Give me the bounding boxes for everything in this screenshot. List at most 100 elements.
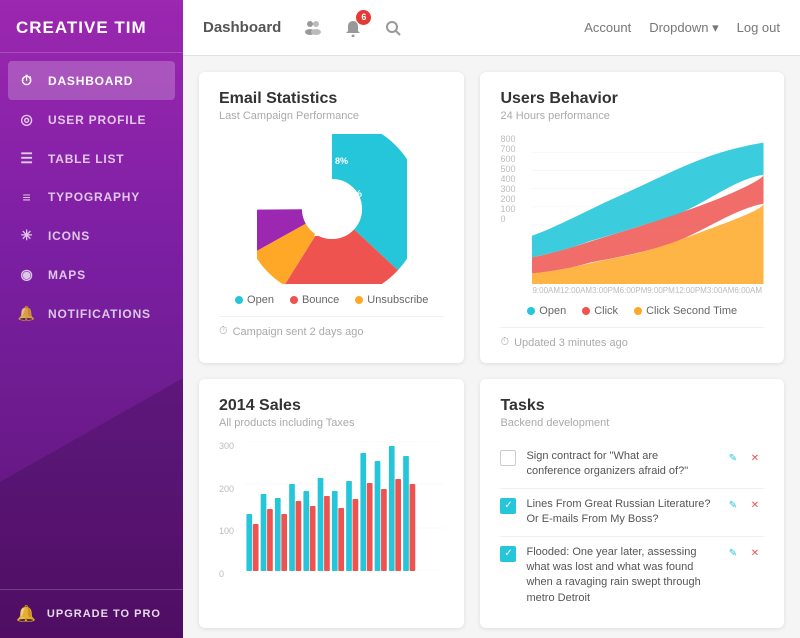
content-grid: Email Statistics Last Campaign Performan… xyxy=(183,56,800,638)
email-stats-footer-text: Campaign sent 2 days ago xyxy=(233,326,364,338)
task-edit-2[interactable]: ✎ xyxy=(724,497,742,515)
sidebar-label-table-list: Table List xyxy=(48,152,124,166)
sales-subtitle: All products including Taxes xyxy=(219,417,444,429)
navbar-right: Account Dropdown ▾ Log out xyxy=(584,20,780,36)
sidebar-item-user-profile[interactable]: ◎ User Profile xyxy=(0,100,183,139)
sidebar-logo-text: CREATIVE TIM xyxy=(16,18,147,37)
area-chart-wrapper: 800 700 600 500 400 300 200 100 0 xyxy=(500,134,764,295)
task-edit-1[interactable]: ✎ xyxy=(724,449,742,467)
area-x-labels: 9:00AM 12:00AM 3:00PM 6:00PM 9:00PM 12:0… xyxy=(532,286,764,295)
sidebar-label-user-profile: User Profile xyxy=(48,113,146,127)
area-y-labels: 800 700 600 500 400 300 200 100 0 xyxy=(500,134,528,238)
sidebar-label-typography: Typography xyxy=(48,190,140,204)
people-icon-button[interactable] xyxy=(299,14,327,42)
area-legend: Open Click Click Second Time xyxy=(500,305,764,317)
area-chart-with-labels: 800 700 600 500 400 300 200 100 0 xyxy=(500,134,764,295)
sidebar-label-notifications: Notifications xyxy=(48,307,151,321)
users-behavior-subtitle: 24 Hours performance xyxy=(500,110,764,122)
upgrade-label: Upgrade to Pro xyxy=(47,608,161,620)
sidebar-item-icons[interactable]: ✳ Icons xyxy=(0,216,183,255)
sidebar-icon-user-profile: ◎ xyxy=(16,111,38,128)
task-checkbox-2[interactable]: ✓ xyxy=(500,498,516,514)
legend-open2: Open xyxy=(527,305,566,317)
users-behavior-footer: ⏱ Updated 3 minutes ago xyxy=(500,327,764,349)
svg-text:8%: 8% xyxy=(335,156,348,166)
sidebar-item-typography[interactable]: ≡ Typography xyxy=(0,178,183,216)
svg-text:62%: 62% xyxy=(341,188,363,200)
account-link[interactable]: Account xyxy=(584,20,631,35)
task-item: ✓ Lines From Great Russian Literature? O… xyxy=(500,489,764,537)
sidebar-item-maps[interactable]: ◉ Maps xyxy=(0,255,183,294)
sidebar-item-table-list[interactable]: ☰ Table List xyxy=(0,139,183,178)
bar-chart-wrapper: 300 200 100 0 xyxy=(219,441,444,581)
users-behavior-title: Users Behavior xyxy=(500,90,764,108)
sidebar-icon-table-list: ☰ xyxy=(16,150,38,167)
sidebar-logo-area: CREATIVE TIM xyxy=(0,0,183,53)
task-item: Sign contract for "What are conference o… xyxy=(500,441,764,489)
pie-chart-container: 62% 22% 8% xyxy=(219,134,444,284)
svg-text:22%: 22% xyxy=(314,227,336,239)
email-stats-card: Email Statistics Last Campaign Performan… xyxy=(199,72,464,363)
task-checkbox-1[interactable] xyxy=(500,450,516,466)
page-title: Dashboard xyxy=(203,19,281,36)
legend-open: Open xyxy=(235,294,274,306)
task-delete-2[interactable]: ✕ xyxy=(746,497,764,515)
task-delete-1[interactable]: ✕ xyxy=(746,449,764,467)
sales-title: 2014 Sales xyxy=(219,397,444,415)
legend-click-second: Click Second Time xyxy=(634,305,737,317)
area-chart-svg xyxy=(532,134,764,284)
bar-chart-svg xyxy=(245,441,444,571)
users-behavior-footer-text: Updated 3 minutes ago xyxy=(514,337,628,349)
sidebar-label-maps: Maps xyxy=(48,268,86,282)
sidebar-label-icons: Icons xyxy=(48,229,90,243)
navbar-icons: 6 xyxy=(299,14,407,42)
sidebar-icon-notifications: 🔔 xyxy=(16,305,38,322)
email-stats-footer: ⏱ Campaign sent 2 days ago xyxy=(219,316,444,338)
task-item: ✓ Flooded: One year later, assessing wha… xyxy=(500,537,764,615)
task-text-1: Sign contract for "What are conference o… xyxy=(526,449,714,480)
sidebar-item-notifications[interactable]: 🔔 Notifications xyxy=(0,294,183,333)
task-actions-1: ✎ ✕ xyxy=(724,449,764,467)
sidebar-icon-maps: ◉ xyxy=(16,266,38,283)
email-stats-title: Email Statistics xyxy=(219,90,444,108)
tasks-subtitle: Backend development xyxy=(500,417,764,429)
email-stats-subtitle: Last Campaign Performance xyxy=(219,110,444,122)
legend-bounce: Bounce xyxy=(290,294,339,306)
task-actions-3: ✎ ✕ xyxy=(724,545,764,563)
sidebar-nav: ⏱ Dashboard ◎ User Profile ☰ Table List ≡ Typog… xyxy=(0,53,183,589)
top-navbar: Dashboard 6 Account Dropdown ▾ Log out xyxy=(183,0,800,56)
search-icon-button[interactable] xyxy=(379,14,407,42)
notification-badge: 6 xyxy=(356,10,371,25)
logout-link[interactable]: Log out xyxy=(737,20,780,35)
legend-unsubscribe: Unsubscribe xyxy=(355,294,428,306)
tasks-card: Tasks Backend development Sign contract … xyxy=(480,379,784,628)
task-text-3: Flooded: One year later, assessing what … xyxy=(526,545,714,607)
task-text-2: Lines From Great Russian Literature? Or … xyxy=(526,497,714,528)
users-behavior-card: Users Behavior 24 Hours performance 800 … xyxy=(480,72,784,363)
sidebar-icon-dashboard: ⏱ xyxy=(16,72,38,89)
sidebar-label-dashboard: Dashboard xyxy=(48,74,133,88)
bar-chart-content xyxy=(245,441,444,581)
area-chart-content: 9:00AM 12:00AM 3:00PM 6:00PM 9:00PM 12:0… xyxy=(532,134,764,295)
task-edit-3[interactable]: ✎ xyxy=(724,545,742,563)
legend-click: Click xyxy=(582,305,618,317)
task-actions-2: ✎ ✕ xyxy=(724,497,764,515)
main-area: Dashboard 6 Account Dropdown ▾ Log out E… xyxy=(183,0,800,638)
sidebar-item-dashboard[interactable]: ⏱ Dashboard xyxy=(8,61,175,100)
dropdown-link[interactable]: Dropdown ▾ xyxy=(649,20,718,36)
sidebar-icon-typography: ≡ xyxy=(16,189,38,205)
tasks-list: Sign contract for "What are conference o… xyxy=(500,441,764,614)
upgrade-icon: 🔔 xyxy=(16,604,37,624)
notification-icon-button[interactable]: 6 xyxy=(339,14,367,42)
pie-legend: Open Bounce Unsubscribe xyxy=(219,294,444,306)
upgrade-to-pro-button[interactable]: 🔔 Upgrade to Pro xyxy=(0,589,183,638)
clock-icon2: ⏱ xyxy=(500,336,509,349)
bar-y-labels: 300 200 100 0 xyxy=(219,441,241,581)
tasks-title: Tasks xyxy=(500,397,764,415)
sidebar: CREATIVE TIM ⏱ Dashboard ◎ User Profile ☰ Tab… xyxy=(0,0,183,638)
task-delete-3[interactable]: ✕ xyxy=(746,545,764,563)
task-checkbox-3[interactable]: ✓ xyxy=(500,546,516,562)
sales-card: 2014 Sales All products including Taxes … xyxy=(199,379,464,628)
clock-icon: ⏱ xyxy=(219,325,228,338)
sidebar-icon-icons: ✳ xyxy=(16,227,38,244)
